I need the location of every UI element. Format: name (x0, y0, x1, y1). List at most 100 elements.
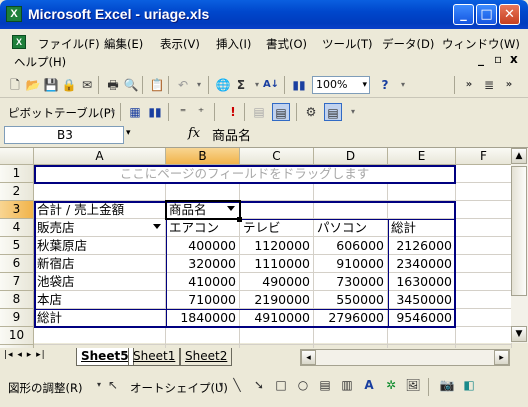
field-list-icon[interactable]: ▤ (324, 103, 342, 121)
include-hidden-icon[interactable]: ▤ (250, 103, 268, 121)
new-icon[interactable]: 🗋 (6, 76, 24, 94)
title-bar[interactable]: X Microsoft Excel - uriage.xls _ □ ✕ (0, 0, 528, 29)
menu-edit[interactable]: 編集(E) (104, 36, 143, 52)
menu-tools[interactable]: ツール(T) (322, 36, 373, 52)
paste-icon[interactable]: 📋 (148, 76, 166, 94)
draw-menu[interactable]: 図形の調整(R) (8, 380, 82, 396)
column-item-1[interactable]: テレビ (240, 219, 314, 237)
row-header-7[interactable]: 7 (0, 273, 34, 291)
hyperlink-icon[interactable]: 🌐 (214, 76, 232, 94)
chart-wizard-icon[interactable]: ▮▮ (290, 76, 308, 94)
insert-function-icon[interactable]: fx (188, 126, 200, 141)
column-header-b[interactable]: B (166, 148, 240, 165)
toolbar-options-icon-2[interactable]: » (500, 76, 518, 94)
zoom-select[interactable]: 100% ▾ (312, 76, 370, 94)
value-cell[interactable]: 410000 (166, 273, 240, 291)
grid-cell[interactable] (34, 327, 166, 345)
permission-icon[interactable]: 🔒 (60, 76, 78, 94)
menu-format[interactable]: 書式(O) (266, 36, 307, 52)
vertical-scrollbar[interactable]: ▲ ▼ (511, 148, 528, 343)
value-cell[interactable]: 400000 (166, 237, 240, 255)
grid-cell[interactable] (240, 183, 314, 201)
wordart-icon[interactable]: A (360, 376, 378, 394)
grid-cell[interactable] (314, 327, 388, 345)
fill-handle[interactable] (237, 217, 242, 222)
row-header-3[interactable]: 3 (0, 201, 34, 219)
value-cell[interactable]: 490000 (240, 273, 314, 291)
grid-cell[interactable] (388, 183, 456, 201)
grid-cell[interactable] (456, 255, 512, 273)
row-header-9[interactable]: 9 (0, 309, 34, 327)
row-field-dropdown-icon[interactable] (153, 224, 161, 229)
format-report-icon[interactable]: ▦ (126, 103, 144, 121)
grid-cell[interactable] (314, 201, 388, 219)
undo-dropdown-icon[interactable]: ▾ (190, 76, 208, 94)
select-objects-icon[interactable]: ↖ (104, 376, 122, 394)
column-header-e[interactable]: E (388, 148, 456, 165)
menu-view[interactable]: 表示(V) (160, 36, 200, 52)
clipart-icon[interactable]: 🖼 (404, 376, 422, 394)
grid-cell[interactable] (456, 219, 512, 237)
row-field-button[interactable]: 販売店 (34, 219, 166, 237)
tab-scroll-buttons[interactable]: |◂ ◂ ▸ ▸| (4, 350, 46, 360)
toolbar-options-icon[interactable]: » (460, 76, 478, 94)
grid-cell[interactable] (456, 165, 512, 183)
picture-icon[interactable]: 📷 (438, 376, 456, 394)
scroll-left-icon[interactable]: ◂ (301, 350, 316, 365)
menu-help[interactable]: ヘルプ(H) (14, 54, 66, 70)
pivot-chart-icon[interactable]: ▮▮ (146, 103, 164, 121)
workbook-icon[interactable]: X (12, 35, 26, 49)
vertical-textbox-icon[interactable]: ▥ (338, 376, 356, 394)
vertical-scroll-thumb[interactable] (511, 166, 527, 296)
sort-ascending-icon[interactable]: A↓ (262, 76, 280, 94)
line-icon[interactable]: ╲ (228, 376, 246, 394)
textbox-icon[interactable]: ▤ (316, 376, 334, 394)
value-cell[interactable]: 2796000 (314, 309, 388, 327)
worksheet-grid[interactable]: ABCDEF1234567891011ここにページのフィールドをドラッグします合… (0, 148, 528, 363)
value-cell[interactable]: 1840000 (166, 309, 240, 327)
pivot-table-menu[interactable]: ピボットテーブル(P) (8, 105, 115, 121)
arrow-icon[interactable]: ➘ (250, 376, 268, 394)
column-item-2[interactable]: パソコン (314, 219, 388, 237)
grid-cell[interactable] (166, 183, 240, 201)
save-icon[interactable]: 💾 (42, 76, 60, 94)
page-field-drop-area[interactable]: ここにページのフィールドをドラッグします (34, 165, 456, 183)
email-icon[interactable]: ✉ (78, 76, 96, 94)
close-button[interactable]: ✕ (499, 4, 520, 25)
value-cell[interactable]: 910000 (314, 255, 388, 273)
column-header-f[interactable]: F (456, 148, 512, 165)
grid-cell[interactable] (456, 273, 512, 291)
doc-restore-icon[interactable]: ▫ (494, 52, 502, 66)
grid-cell[interactable] (240, 327, 314, 345)
value-cell[interactable]: 9546000 (388, 309, 456, 327)
grid-cell[interactable] (388, 201, 456, 219)
row-header-4[interactable]: 4 (0, 219, 34, 237)
diagram-icon[interactable]: ✲ (382, 376, 400, 394)
row-header-5[interactable]: 5 (0, 237, 34, 255)
value-cell[interactable]: 1630000 (388, 273, 456, 291)
tab-sheet1[interactable]: Sheet1 (128, 348, 181, 366)
grid-cell[interactable] (456, 183, 512, 201)
menu-file[interactable]: ファイル(F) (38, 36, 100, 52)
column-item-3[interactable]: 総計 (388, 219, 456, 237)
value-cell[interactable]: 320000 (166, 255, 240, 273)
rectangle-icon[interactable]: □ (272, 376, 290, 394)
row-item-3[interactable]: 本店 (34, 291, 166, 309)
doc-close-icon[interactable]: x (510, 52, 518, 66)
grid-cell[interactable] (314, 183, 388, 201)
grid-cell[interactable] (456, 201, 512, 219)
help-icon[interactable]: ? (376, 76, 394, 94)
grid-cell[interactable] (456, 237, 512, 255)
row-header-6[interactable]: 6 (0, 255, 34, 273)
row-header-10[interactable]: 10 (0, 327, 34, 345)
column-header-d[interactable]: D (314, 148, 388, 165)
name-box-dropdown-icon[interactable]: ▾ (126, 128, 131, 138)
value-cell[interactable]: 1110000 (240, 255, 314, 273)
grid-cell[interactable] (166, 327, 240, 345)
value-cell[interactable]: 606000 (314, 237, 388, 255)
3d-style-icon[interactable]: ◧ (460, 376, 478, 394)
data-field-label[interactable]: 合計 / 売上金額 (34, 201, 166, 219)
grid-cell[interactable] (456, 327, 512, 345)
tab-sheet2[interactable]: Sheet2 (180, 348, 233, 366)
print-icon[interactable]: 🖶 (104, 76, 122, 94)
